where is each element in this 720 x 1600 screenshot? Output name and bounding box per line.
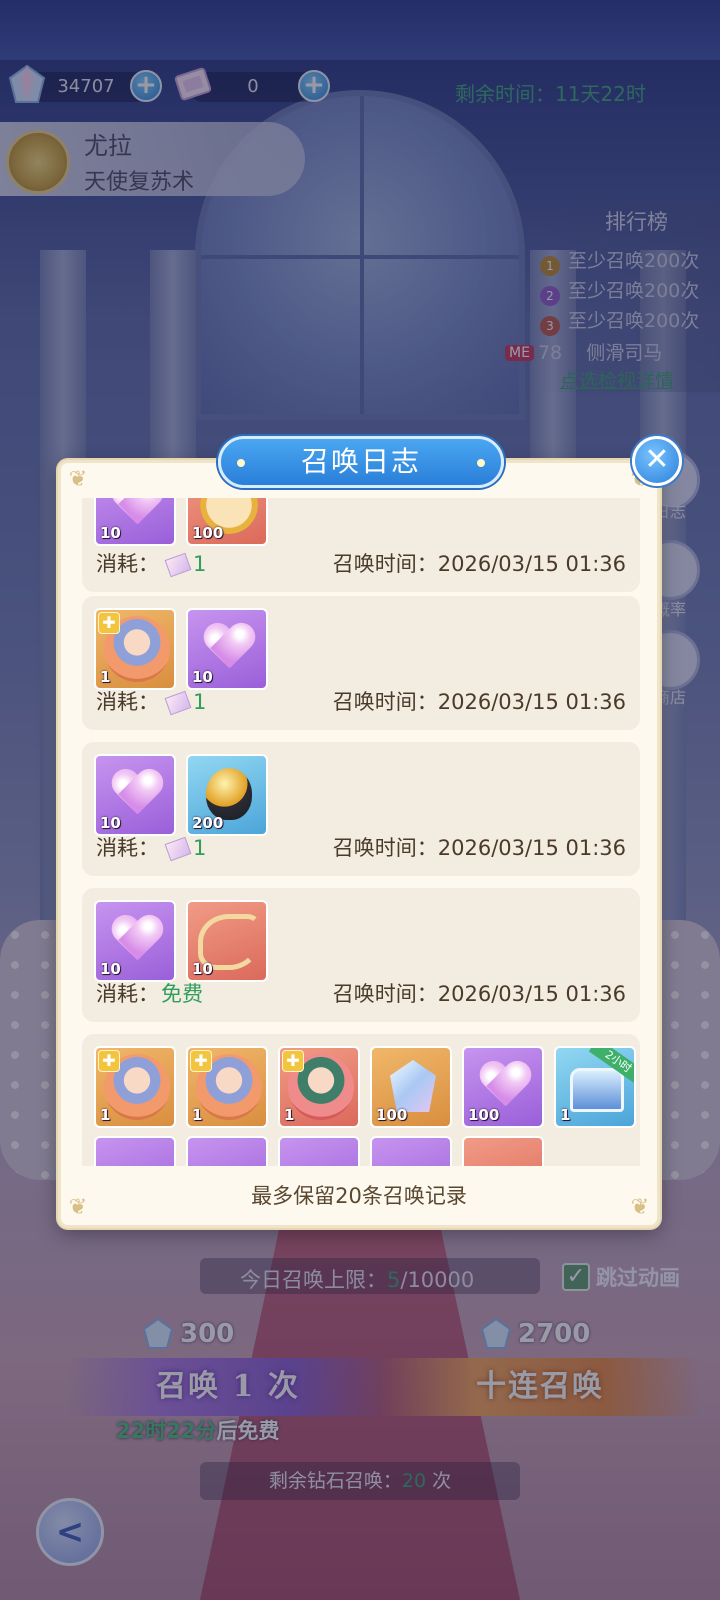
golden-egg-icon bbox=[206, 768, 252, 820]
item-quantity: 200 bbox=[192, 814, 224, 832]
reward-item[interactable]: ✚ 1 bbox=[278, 1046, 360, 1128]
summon-ticket-icon bbox=[163, 690, 191, 714]
time-label: 召唤时间： bbox=[332, 982, 438, 1006]
time-label: 召唤时间： bbox=[332, 552, 438, 576]
heart-gem-icon bbox=[110, 916, 164, 966]
heart-gem-icon bbox=[202, 624, 256, 674]
item-quantity: 1 bbox=[192, 1106, 203, 1124]
cost-value: 1 bbox=[193, 552, 207, 576]
summon-record: 10 10 消耗： 免费 召唤时间：2026/03/15 01:36 bbox=[82, 888, 640, 1022]
header-dot-icon bbox=[477, 459, 485, 467]
reward-item[interactable]: 10 bbox=[94, 754, 176, 836]
corner-ornament-icon: ❦ bbox=[68, 467, 88, 492]
item-quantity: 1 bbox=[100, 668, 111, 686]
record-footer: 消耗： 1 召唤时间：2026/03/15 01:36 bbox=[96, 550, 626, 578]
reward-item[interactable]: 100 bbox=[462, 1046, 544, 1128]
summon-record-list[interactable]: 10 100 消耗： 1 召唤时间：2026/03/15 01:36 ✚ 1 10 bbox=[78, 498, 644, 1166]
reward-item[interactable]: 10 bbox=[186, 900, 268, 982]
reward-items: 10 100 bbox=[94, 498, 268, 546]
record-footer: 消耗： 1 召唤时间：2026/03/15 01:36 bbox=[96, 834, 626, 862]
cost-label: 消耗： bbox=[96, 836, 159, 860]
summon-record: 10 200 消耗： 1 召唤时间：2026/03/15 01:36 bbox=[82, 742, 640, 876]
close-button[interactable]: ✕ bbox=[632, 436, 682, 486]
reward-item[interactable] bbox=[186, 1136, 268, 1166]
item-quantity: 1 bbox=[560, 1106, 571, 1124]
reward-item[interactable]: 200 bbox=[186, 754, 268, 836]
reward-item[interactable]: 10 bbox=[94, 900, 176, 982]
reward-item[interactable]: 100 bbox=[186, 498, 268, 546]
item-quantity: 10 bbox=[100, 524, 121, 542]
reward-item[interactable]: 100 bbox=[370, 1046, 452, 1128]
item-quantity: 10 bbox=[192, 668, 213, 686]
reward-item[interactable]: ✚ 1 bbox=[186, 1046, 268, 1128]
reward-item[interactable] bbox=[370, 1136, 452, 1166]
puzzle-piece-icon: ✚ bbox=[98, 612, 120, 634]
summon-time: 2026/03/15 01:36 bbox=[437, 552, 626, 576]
reward-items: ✚ 1 10 bbox=[94, 608, 268, 690]
item-quantity: 100 bbox=[468, 1106, 500, 1124]
reward-item[interactable]: 10 bbox=[186, 608, 268, 690]
reward-item[interactable]: 10 bbox=[94, 498, 176, 546]
cost-label: 消耗： bbox=[96, 982, 159, 1006]
item-quantity: 100 bbox=[192, 524, 224, 542]
summon-record: 10 100 消耗： 1 召唤时间：2026/03/15 01:36 bbox=[82, 498, 640, 592]
summon-record: ✚ 1 ✚ 1 ✚ 1 100 100 2小时 1 bbox=[82, 1034, 640, 1166]
reward-items: 10 200 bbox=[94, 754, 268, 836]
reward-item[interactable] bbox=[94, 1136, 176, 1166]
cost-value: 1 bbox=[193, 836, 207, 860]
puzzle-piece-icon: ✚ bbox=[190, 1050, 212, 1072]
reward-item[interactable] bbox=[462, 1136, 544, 1166]
header-dot-icon bbox=[237, 459, 245, 467]
summon-time: 2026/03/15 01:36 bbox=[437, 690, 626, 714]
summon-ticket-icon bbox=[163, 552, 191, 576]
heart-gem-icon bbox=[478, 1062, 532, 1112]
item-quantity: 10 bbox=[100, 960, 121, 978]
cost-label: 消耗： bbox=[96, 690, 159, 714]
reward-item[interactable]: 2小时 1 bbox=[554, 1046, 636, 1128]
modal-title: 召唤日志 bbox=[300, 445, 421, 478]
record-footer: 消耗： 免费 召唤时间：2026/03/15 01:36 bbox=[96, 980, 626, 1008]
crystal-icon bbox=[390, 1060, 436, 1112]
item-quantity: 10 bbox=[192, 960, 213, 978]
reward-item[interactable]: ✚ 1 bbox=[94, 1046, 176, 1128]
puzzle-piece-icon: ✚ bbox=[98, 1050, 120, 1072]
cost-value: 免费 bbox=[161, 982, 203, 1006]
heart-gem-icon bbox=[110, 770, 164, 820]
cost-value: 1 bbox=[193, 690, 207, 714]
record-limit-note: 最多保留20条召唤记录 bbox=[251, 1184, 467, 1208]
summon-record: ✚ 1 10 消耗： 1 召唤时间：2026/03/15 01:36 bbox=[82, 596, 640, 730]
summon-ticket-icon bbox=[163, 836, 191, 860]
treasure-chest-icon bbox=[570, 1068, 624, 1112]
puzzle-piece-icon: ✚ bbox=[282, 1050, 304, 1072]
reward-item[interactable] bbox=[278, 1136, 360, 1166]
reward-items: ✚ 1 ✚ 1 ✚ 1 100 100 2小时 1 bbox=[94, 1046, 636, 1128]
reward-items: 10 10 bbox=[94, 900, 268, 982]
reward-items-row-2 bbox=[94, 1136, 544, 1166]
item-quantity: 10 bbox=[100, 814, 121, 832]
record-footer: 消耗： 1 召唤时间：2026/03/15 01:36 bbox=[96, 688, 626, 716]
time-label: 召唤时间： bbox=[332, 836, 438, 860]
summon-time: 2026/03/15 01:36 bbox=[437, 836, 626, 860]
reward-item[interactable]: ✚ 1 bbox=[94, 608, 176, 690]
item-quantity: 1 bbox=[284, 1106, 295, 1124]
modal-header: 召唤日志 bbox=[218, 436, 504, 488]
time-label: 召唤时间： bbox=[332, 690, 438, 714]
item-quantity: 100 bbox=[376, 1106, 408, 1124]
summon-time: 2026/03/15 01:36 bbox=[437, 982, 626, 1006]
item-quantity: 1 bbox=[100, 1106, 111, 1124]
cost-label: 消耗： bbox=[96, 552, 159, 576]
